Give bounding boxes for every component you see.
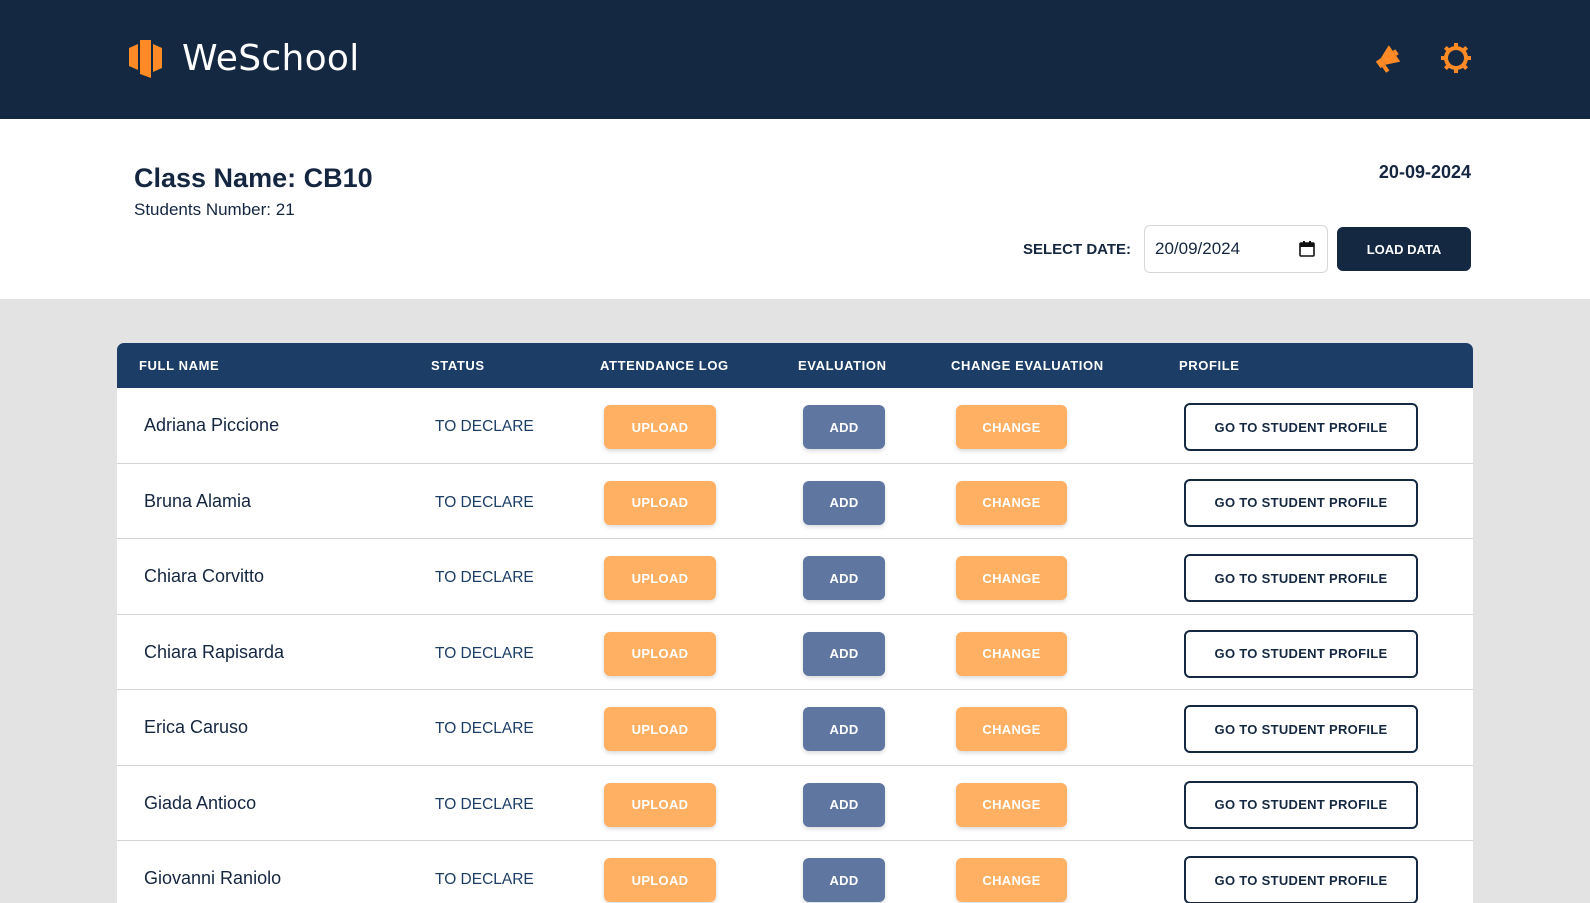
header-evaluation: EVALUATION bbox=[798, 358, 887, 373]
logo-mark-icon bbox=[129, 39, 162, 78]
student-profile-button[interactable]: GO TO STUDENT PROFILE bbox=[1184, 856, 1418, 903]
add-evaluation-button[interactable]: ADD bbox=[803, 480, 885, 525]
table-row: Bruna Alamia TO DECLARE UPLOAD ADD CHANG… bbox=[117, 464, 1473, 539]
table-row: Chiara Rapisarda TO DECLARE UPLOAD ADD C… bbox=[117, 615, 1473, 690]
student-profile-button[interactable]: GO TO STUDENT PROFILE bbox=[1184, 629, 1418, 678]
date-input[interactable]: 20/09/2024 bbox=[1144, 225, 1328, 273]
status-text: TO DECLARE bbox=[435, 644, 534, 662]
student-profile-button[interactable]: GO TO STUDENT PROFILE bbox=[1184, 705, 1418, 753]
upload-button[interactable]: UPLOAD bbox=[604, 556, 716, 600]
header-attendance-log: ATTENDANCE LOG bbox=[600, 358, 729, 373]
class-name-title: Class Name: CB10 bbox=[134, 163, 373, 193]
change-evaluation-button[interactable]: CHANGE bbox=[956, 631, 1067, 676]
add-evaluation-button[interactable]: ADD bbox=[803, 556, 885, 600]
class-info-panel: Class Name: CB10 Students Number: 21 20-… bbox=[0, 119, 1590, 299]
upload-button[interactable]: UPLOAD bbox=[604, 631, 716, 676]
top-navbar: WeSchool bbox=[0, 0, 1590, 119]
table-row: Adriana Piccione TO DECLARE UPLOAD ADD C… bbox=[117, 388, 1473, 464]
header-status: STATUS bbox=[431, 358, 485, 373]
status-text: TO DECLARE bbox=[435, 871, 534, 888]
student-profile-button[interactable]: GO TO STUDENT PROFILE bbox=[1184, 780, 1418, 829]
student-name: Adriana Piccione bbox=[144, 415, 280, 435]
upload-button[interactable]: UPLOAD bbox=[604, 858, 716, 902]
upload-button[interactable]: UPLOAD bbox=[604, 405, 716, 449]
calendar-icon[interactable] bbox=[1299, 241, 1315, 257]
student-name: Erica Caruso bbox=[144, 717, 249, 737]
upload-button[interactable]: UPLOAD bbox=[604, 480, 716, 525]
change-evaluation-button[interactable]: CHANGE bbox=[956, 480, 1067, 525]
megaphone-icon[interactable] bbox=[1372, 42, 1404, 74]
student-profile-button[interactable]: GO TO STUDENT PROFILE bbox=[1184, 403, 1418, 451]
change-evaluation-button[interactable]: CHANGE bbox=[956, 858, 1067, 902]
student-name: Chiara Rapisarda bbox=[144, 641, 285, 662]
table-header: FULL NAME STATUS ATTENDANCE LOG EVALUATI… bbox=[117, 343, 1473, 388]
upload-button[interactable]: UPLOAD bbox=[604, 707, 716, 751]
add-evaluation-button[interactable]: ADD bbox=[803, 631, 885, 676]
student-name: Giada Antioco bbox=[144, 792, 257, 813]
header-profile: PROFILE bbox=[1179, 358, 1240, 373]
add-evaluation-button[interactable]: ADD bbox=[803, 707, 885, 751]
status-text: TO DECLARE bbox=[435, 795, 534, 813]
load-data-button[interactable]: LOAD DATA bbox=[1337, 227, 1471, 271]
student-name: Giovanni Raniolo bbox=[144, 868, 282, 888]
add-evaluation-button[interactable]: ADD bbox=[803, 782, 885, 827]
table-row: Erica Caruso TO DECLARE UPLOAD ADD CHANG… bbox=[117, 690, 1473, 766]
change-evaluation-button[interactable]: CHANGE bbox=[956, 556, 1067, 600]
gear-icon[interactable] bbox=[1440, 42, 1472, 74]
students-table: FULL NAME STATUS ATTENDANCE LOG EVALUATI… bbox=[117, 343, 1473, 903]
table-row: Giada Antioco TO DECLARE UPLOAD ADD CHAN… bbox=[117, 766, 1473, 841]
change-evaluation-button[interactable]: CHANGE bbox=[956, 782, 1067, 827]
student-profile-button[interactable]: GO TO STUDENT PROFILE bbox=[1184, 554, 1418, 602]
student-name: Chiara Corvitto bbox=[144, 566, 265, 586]
date-input-value: 20/09/2024 bbox=[1155, 239, 1241, 258]
header-full-name: FULL NAME bbox=[139, 358, 220, 373]
student-name: Bruna Alamia bbox=[144, 490, 252, 511]
table-row: Giovanni Raniolo TO DECLARE UPLOAD ADD C… bbox=[117, 841, 1473, 903]
header-change-evaluation: CHANGE EVALUATION bbox=[951, 358, 1104, 373]
change-evaluation-button[interactable]: CHANGE bbox=[956, 707, 1067, 751]
status-text: TO DECLARE bbox=[435, 418, 534, 435]
status-text: TO DECLARE bbox=[435, 720, 534, 737]
status-text: TO DECLARE bbox=[435, 569, 534, 586]
upload-button[interactable]: UPLOAD bbox=[604, 782, 716, 827]
add-evaluation-button[interactable]: ADD bbox=[803, 858, 885, 902]
add-evaluation-button[interactable]: ADD bbox=[803, 405, 885, 449]
status-text: TO DECLARE bbox=[435, 493, 534, 511]
weschool-logo[interactable]: WeSchool bbox=[129, 38, 360, 79]
current-date: 20-09-2024 bbox=[1378, 162, 1471, 182]
student-profile-button[interactable]: GO TO STUDENT PROFILE bbox=[1184, 478, 1418, 527]
select-date-label: SELECT DATE: bbox=[1023, 241, 1132, 258]
table-row: Chiara Corvitto TO DECLARE UPLOAD ADD CH… bbox=[117, 539, 1473, 615]
app-name: WeSchool bbox=[182, 38, 360, 79]
students-number: Students Number: 21 bbox=[134, 200, 295, 219]
change-evaluation-button[interactable]: CHANGE bbox=[956, 405, 1067, 449]
